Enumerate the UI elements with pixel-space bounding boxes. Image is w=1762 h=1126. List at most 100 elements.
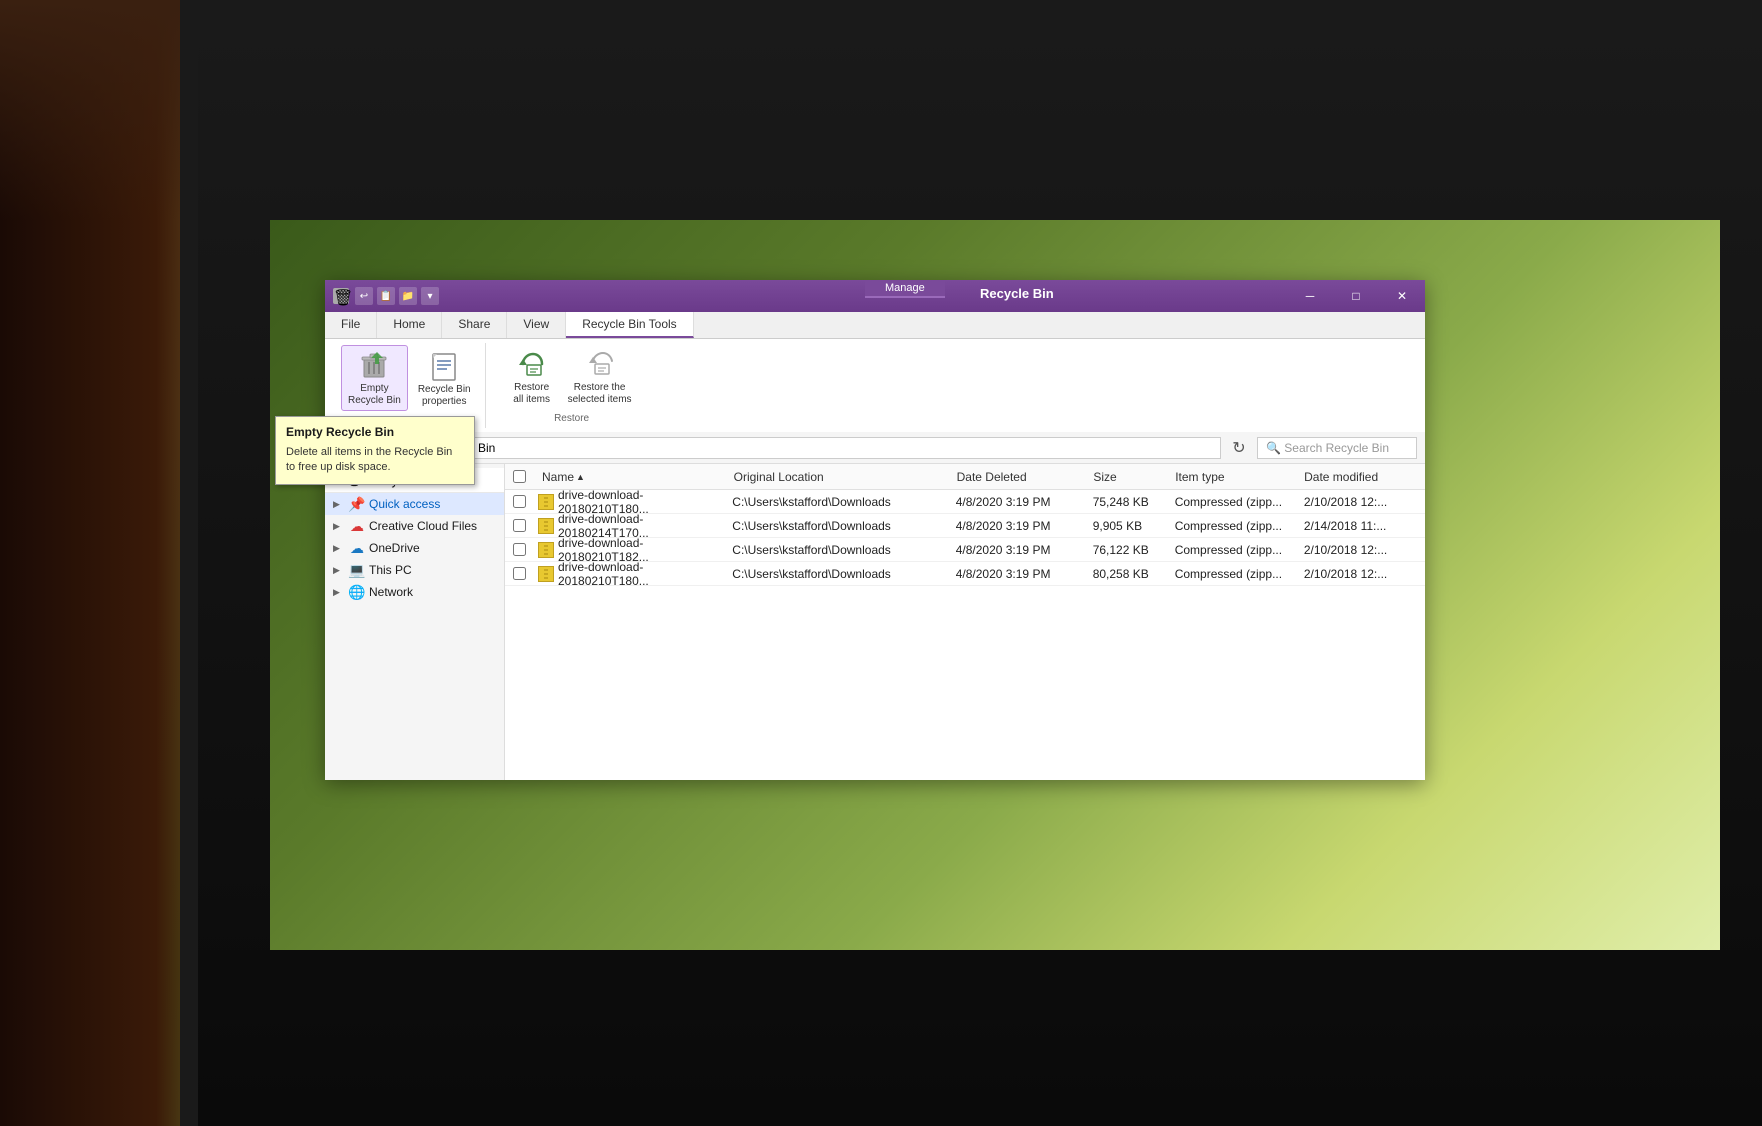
row3-type: Compressed (zipp...: [1167, 538, 1296, 561]
nav-bar: ◀ ▶ ▲ Recycle Bin ↻ 🔍 Search Recycle Bin: [325, 432, 1425, 464]
row4-size: 80,258 KB: [1085, 562, 1167, 585]
table-row[interactable]: drive-download-20180210T182... C:\Users\…: [505, 538, 1425, 562]
tab-recycle-bin-tools[interactable]: Recycle Bin Tools: [566, 312, 694, 338]
restore-selected-icon: [584, 348, 616, 380]
ribbon-restore-items: Restoreall items Restore: [506, 345, 638, 409]
manage-context-label: Manage: [865, 280, 945, 298]
sidebar-item-quick-access[interactable]: ▶ 📌 Quick access: [325, 493, 504, 515]
row1-checkbox[interactable]: [513, 495, 526, 508]
row2-size: 9,905 KB: [1085, 514, 1167, 537]
row2-checkbox[interactable]: [513, 519, 526, 532]
network-label: Network: [369, 585, 413, 599]
restore-group-label: Restore: [554, 413, 589, 424]
chevron-network: ▶: [333, 587, 345, 598]
empty-recycle-bin-button[interactable]: EmptyRecycle Bin: [341, 345, 408, 411]
sidebar-item-network[interactable]: ▶ 🌐 Network: [325, 581, 504, 603]
sidebar: ▶ 🗑 Recycle Bin ▶ 📌 Quick access ▶ ☁ Cre…: [325, 464, 505, 780]
recycle-bin-properties-label: Recycle Binproperties: [418, 384, 471, 408]
row3-zip-icon: [538, 542, 554, 558]
restore-selected-label: Restore theselected items: [568, 382, 632, 406]
creative-cloud-icon: ☁: [349, 518, 365, 534]
row4-modified: 2/10/2018 12:...: [1296, 562, 1425, 585]
col-header-modified[interactable]: Date modified: [1296, 464, 1425, 489]
quick-access-toolbar: ↩ 📋 📁 ▾: [355, 287, 439, 305]
row3-location: C:\Users\kstafford\Downloads: [724, 538, 947, 561]
tab-file[interactable]: File: [325, 312, 377, 338]
undo-button[interactable]: ↩: [355, 287, 373, 305]
ribbon-content: EmptyRecycle Bin Recycle: [325, 339, 1425, 432]
table-row[interactable]: drive-download-20180214T170... C:\Users\…: [505, 514, 1425, 538]
row1-modified: 2/10/2018 12:...: [1296, 490, 1425, 513]
row4-zip-icon: [538, 566, 554, 582]
col-header-location[interactable]: Original Location: [726, 464, 949, 489]
close-button[interactable]: ✕: [1379, 280, 1425, 312]
table-row[interactable]: drive-download-20180210T180... C:\Users\…: [505, 562, 1425, 586]
title-bar-left: 🗑 ↩ 📋 📁 ▾: [325, 287, 447, 305]
col-header-size[interactable]: Size: [1085, 464, 1167, 489]
chevron-onedrive: ▶: [333, 543, 345, 554]
this-pc-label: This PC: [369, 563, 412, 577]
empty-recycle-bin-icon: [358, 349, 390, 381]
minimize-button[interactable]: ─: [1287, 280, 1333, 312]
row1-check[interactable]: [505, 490, 534, 513]
restore-selected-button[interactable]: Restore theselected items: [562, 345, 638, 409]
maximize-button[interactable]: □: [1333, 280, 1379, 312]
title-bar: 🗑 ↩ 📋 📁 ▾ Manage Recycle Bin ─ □ ✕: [325, 280, 1425, 312]
table-row[interactable]: drive-download-20180210T180... C:\Users\…: [505, 490, 1425, 514]
network-icon: 🌐: [349, 584, 365, 600]
col-header-deleted[interactable]: Date Deleted: [949, 464, 1086, 489]
row4-type: Compressed (zipp...: [1167, 562, 1296, 585]
new-folder-button[interactable]: 📁: [399, 287, 417, 305]
creative-cloud-label: Creative Cloud Files: [369, 519, 477, 533]
quick-access-label: Quick access: [369, 497, 440, 511]
chevron-this-pc: ▶: [333, 565, 345, 576]
tab-view[interactable]: View: [507, 312, 566, 338]
select-all-checkbox[interactable]: [513, 470, 526, 483]
window-title: Recycle Bin: [960, 280, 1074, 307]
tab-home[interactable]: Home: [377, 312, 442, 338]
refresh-button[interactable]: ↻: [1227, 436, 1251, 460]
address-bar[interactable]: Recycle Bin: [423, 437, 1221, 459]
sidebar-item-this-pc[interactable]: ▶ 💻 This PC: [325, 559, 504, 581]
tab-share[interactable]: Share: [442, 312, 507, 338]
row3-check[interactable]: [505, 538, 534, 561]
row2-name: drive-download-20180214T170...: [534, 514, 724, 537]
sidebar-item-creative-cloud[interactable]: ▶ ☁ Creative Cloud Files: [325, 515, 504, 537]
onedrive-label: OneDrive: [369, 541, 420, 555]
row2-check[interactable]: [505, 514, 534, 537]
manage-label-text: Manage: [885, 282, 925, 294]
search-bar[interactable]: 🔍 Search Recycle Bin: [1257, 437, 1417, 459]
file-list-header: Name ▲ Original Location Date Deleted Si…: [505, 464, 1425, 490]
ribbon-tab-bar: File Home Share View Recycle Bin Tools: [325, 312, 1425, 339]
sidebar-item-onedrive[interactable]: ▶ ☁ OneDrive: [325, 537, 504, 559]
chevron-creative-cloud: ▶: [333, 521, 345, 532]
row1-deleted: 4/8/2020 3:19 PM: [948, 490, 1085, 513]
col-header-name[interactable]: Name ▲: [534, 464, 726, 489]
row2-type: Compressed (zipp...: [1167, 514, 1296, 537]
recycle-bin-properties-button[interactable]: Recycle Binproperties: [412, 347, 477, 411]
row2-location: C:\Users\kstafford\Downloads: [724, 514, 947, 537]
ribbon-group-restore: Restoreall items Restore: [498, 343, 646, 426]
name-sort-arrow: ▲: [576, 472, 585, 482]
row4-check[interactable]: [505, 562, 534, 585]
row3-checkbox[interactable]: [513, 543, 526, 556]
restore-all-label: Restoreall items: [513, 382, 550, 406]
customize-button[interactable]: ▾: [421, 287, 439, 305]
tooltip-title: Empty Recycle Bin: [286, 425, 464, 439]
properties-button[interactable]: 📋: [377, 287, 395, 305]
restore-all-icon: [516, 348, 548, 380]
row4-name: drive-download-20180210T180...: [534, 562, 724, 585]
col-header-check[interactable]: [505, 464, 534, 489]
window-controls: ─ □ ✕: [1287, 280, 1425, 312]
recycle-bin-properties-icon: [428, 350, 460, 382]
restore-all-items-button[interactable]: Restoreall items: [506, 345, 558, 409]
row3-size: 76,122 KB: [1085, 538, 1167, 561]
col-header-type[interactable]: Item type: [1167, 464, 1296, 489]
quick-access-icon: 📌: [349, 496, 365, 512]
tooltip-empty-recycle-bin: Empty Recycle Bin Delete all items in th…: [275, 416, 475, 485]
row2-modified: 2/14/2018 11:...: [1296, 514, 1425, 537]
tooltip-description: Delete all items in the Recycle Bin to f…: [286, 445, 464, 476]
row4-location: C:\Users\kstafford\Downloads: [724, 562, 947, 585]
row4-checkbox[interactable]: [513, 567, 526, 580]
row1-type: Compressed (zipp...: [1167, 490, 1296, 513]
